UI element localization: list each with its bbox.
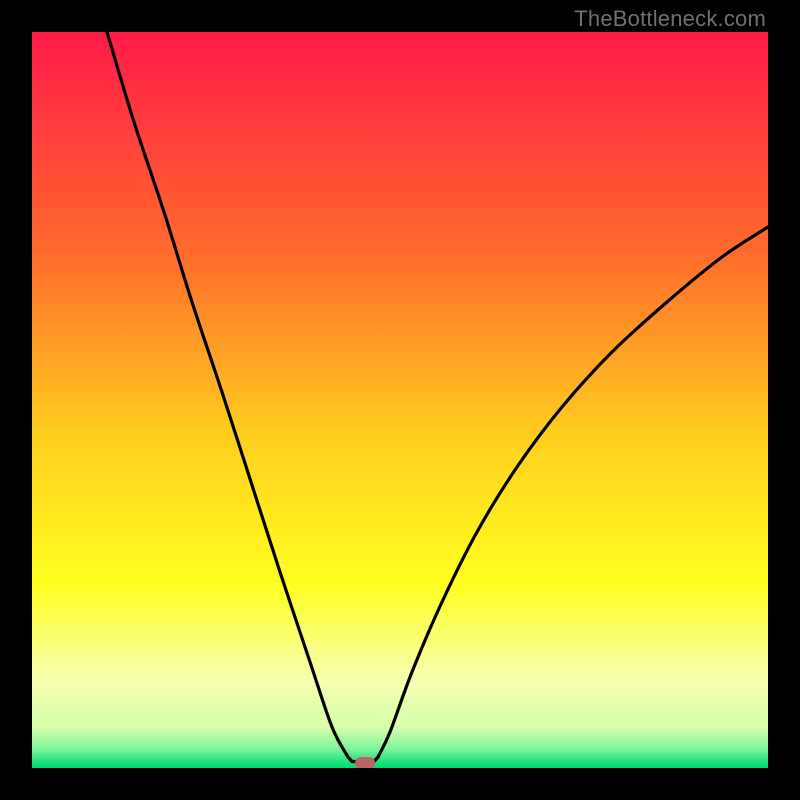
right-curve [378, 227, 768, 757]
curve-layer [32, 32, 768, 768]
watermark-text: TheBottleneck.com [574, 6, 766, 32]
minimum-marker [355, 757, 375, 768]
chart-container: TheBottleneck.com [0, 0, 800, 800]
left-curve [107, 32, 348, 757]
plot-area [32, 32, 768, 768]
